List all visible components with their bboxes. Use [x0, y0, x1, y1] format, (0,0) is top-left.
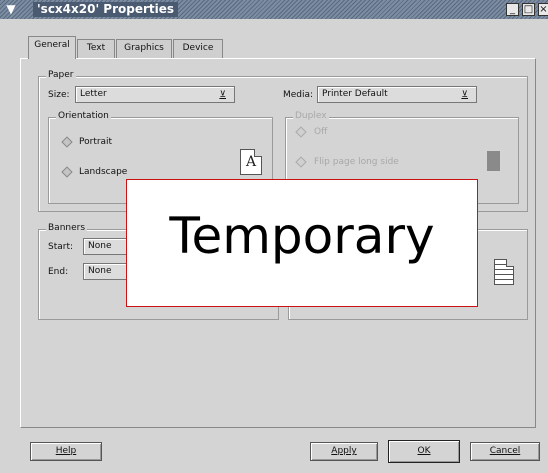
- banners-label: Banners: [46, 223, 88, 233]
- cancel-button-label: Cancel: [489, 446, 521, 456]
- end-value: None: [88, 266, 112, 276]
- chevron-down-icon: ⊻: [461, 90, 468, 100]
- duplex-flip-label: Flip page long side: [314, 157, 399, 167]
- tab-device[interactable]: Device: [173, 39, 223, 58]
- orientation-label: Orientation: [56, 111, 111, 121]
- maximize-icon[interactable]: □: [522, 3, 535, 16]
- cancel-button[interactable]: Cancel: [470, 442, 540, 461]
- title-bar[interactable]: ▼ 'scx4x20' Properties _ □ ×: [0, 0, 548, 19]
- media-value: Printer Default: [322, 89, 388, 99]
- minimize-icon[interactable]: _: [506, 3, 519, 16]
- start-value: None: [88, 241, 112, 251]
- duplex-off-label: Off: [314, 127, 328, 137]
- paper-group-label: Paper: [46, 70, 76, 80]
- apply-button[interactable]: Apply: [310, 442, 378, 461]
- chevron-down-icon: ⊻: [219, 90, 226, 100]
- end-label: End:: [48, 267, 69, 277]
- media-combo[interactable]: Printer Default ⊻: [317, 86, 477, 103]
- temporary-overlay: Temporary: [126, 179, 478, 307]
- close-icon[interactable]: ×: [538, 3, 548, 16]
- text-page-icon: [494, 259, 514, 285]
- apply-button-label: Apply: [331, 446, 357, 456]
- duplex-label: Duplex: [293, 111, 329, 121]
- window-title: 'scx4x20' Properties: [33, 2, 179, 17]
- landscape-label: Landscape: [79, 167, 128, 177]
- tab-graphics[interactable]: Graphics: [116, 39, 172, 58]
- ok-button[interactable]: OK: [388, 440, 460, 463]
- help-button-label: Help: [55, 446, 77, 456]
- portrait-label: Portrait: [79, 137, 113, 147]
- ok-button-label: OK: [417, 446, 431, 456]
- size-label: Size:: [48, 90, 70, 100]
- tab-general[interactable]: General: [28, 36, 76, 59]
- tab-text[interactable]: Text: [77, 39, 115, 58]
- size-value: Letter: [80, 89, 107, 99]
- start-label: Start:: [48, 242, 74, 252]
- size-combo[interactable]: Letter ⊻: [75, 86, 235, 103]
- duplex-page-icon: [487, 151, 500, 171]
- window-menu-icon[interactable]: ▼: [4, 1, 18, 17]
- page-orientation-icon: A: [240, 149, 262, 175]
- media-label: Media:: [283, 90, 314, 100]
- help-button[interactable]: Help: [30, 442, 102, 461]
